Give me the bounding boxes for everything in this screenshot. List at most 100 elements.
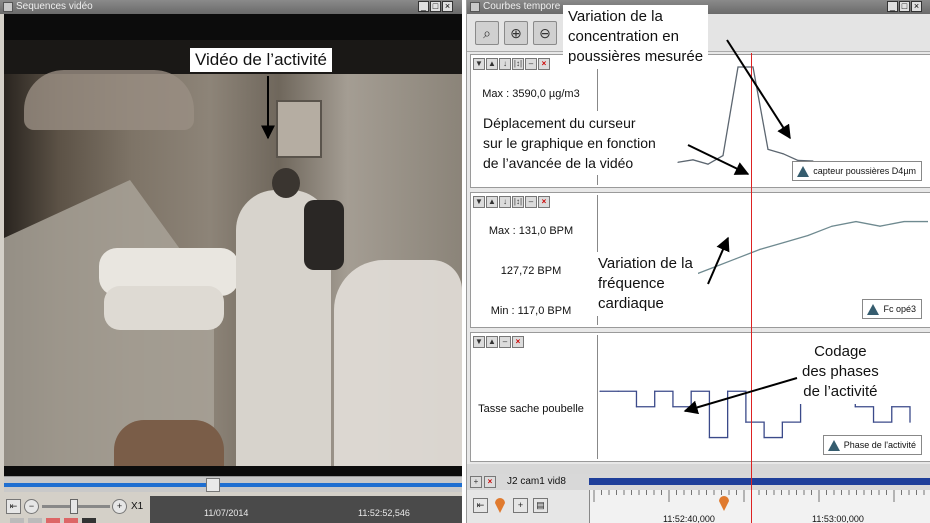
splitter[interactable] bbox=[467, 464, 930, 474]
dust-point bbox=[782, 153, 784, 155]
dust-point bbox=[707, 163, 709, 165]
collapse-icon[interactable]: ▼ bbox=[473, 58, 485, 70]
minimize-button[interactable]: _ bbox=[887, 1, 898, 12]
curves-window-title: Courbes tempore bbox=[483, 1, 561, 12]
dust-max-label: Max : 3590,0 µg/m3 bbox=[482, 88, 580, 100]
heart-point bbox=[711, 267, 713, 269]
dust-point bbox=[752, 66, 754, 68]
move-up-icon[interactable]: ▲ bbox=[486, 336, 498, 348]
callout-heart-line-1: Variation de la bbox=[598, 255, 693, 272]
minimize-panel-icon[interactable]: – bbox=[525, 58, 537, 70]
video-scrubber[interactable] bbox=[4, 476, 462, 492]
video-player[interactable] bbox=[4, 14, 462, 476]
next-button[interactable] bbox=[82, 518, 96, 523]
minimize-panel-icon[interactable]: – bbox=[525, 196, 537, 208]
play-button[interactable] bbox=[10, 518, 24, 523]
phase-point bbox=[672, 406, 674, 408]
close-panel-icon[interactable]: × bbox=[538, 58, 550, 70]
track-bar[interactable] bbox=[589, 478, 930, 485]
phase-point bbox=[635, 406, 638, 408]
close-button[interactable]: × bbox=[442, 1, 453, 12]
move-down-icon[interactable]: ↓ bbox=[499, 196, 511, 208]
pause-button[interactable] bbox=[28, 518, 42, 523]
record-button[interactable] bbox=[46, 518, 60, 523]
phase-point bbox=[781, 421, 783, 423]
scale-icon[interactable]: |↕| bbox=[512, 196, 524, 208]
tick-label-1: 11:52:40,000 bbox=[663, 514, 715, 523]
remove-track-icon[interactable]: × bbox=[484, 476, 496, 488]
add-track-icon[interactable]: + bbox=[470, 476, 482, 488]
heart-point bbox=[807, 234, 809, 237]
dust-legend: capteur poussières D4µm bbox=[792, 161, 922, 181]
dust-point bbox=[767, 148, 769, 151]
pointer-tool-icon[interactable]: ⌕ bbox=[475, 21, 499, 45]
add-marker-icon[interactable]: + bbox=[513, 498, 528, 513]
zoom-in-tool-icon[interactable]: ⊕ bbox=[504, 21, 528, 45]
callout-dust: Variation de la concentration en poussiè… bbox=[563, 5, 709, 69]
phase-point bbox=[891, 406, 893, 408]
heart-point bbox=[759, 248, 761, 250]
screenshot: Sequences vidéo _ □ × ⇤ − + X1 11/07/201… bbox=[0, 0, 930, 523]
dust-point bbox=[692, 159, 694, 161]
close-button[interactable]: × bbox=[911, 1, 922, 12]
heart-legend: Fc opé3 bbox=[862, 299, 922, 319]
callout-heart: Variation de la fréquence cardiaque bbox=[593, 252, 698, 316]
heart-point bbox=[831, 225, 833, 227]
timecode-strip: 11/07/2014 11:52:52,546 bbox=[150, 496, 462, 523]
close-panel-icon[interactable]: × bbox=[538, 196, 550, 208]
scale-icon[interactable]: |↕| bbox=[512, 58, 524, 70]
move-up-icon[interactable]: ▲ bbox=[486, 58, 498, 70]
speed-slider-thumb[interactable] bbox=[70, 499, 78, 514]
phase-point bbox=[654, 390, 656, 392]
phase-point bbox=[599, 390, 601, 392]
minimize-button[interactable]: _ bbox=[418, 1, 429, 12]
callout-dust-line-2: concentration en bbox=[568, 28, 679, 45]
legend-triangle-icon bbox=[797, 166, 810, 177]
time-cursor-line[interactable] bbox=[751, 53, 752, 523]
minimize-panel-icon[interactable]: – bbox=[499, 336, 511, 348]
collapse-icon[interactable]: ▼ bbox=[473, 336, 485, 348]
callout-dust-line-1: Variation de la bbox=[568, 8, 663, 25]
timeline: ⇤ + ▤ 11:52:40,000 11:53:00,000 bbox=[467, 490, 930, 523]
maximize-button[interactable]: □ bbox=[430, 1, 441, 12]
collapse-icon[interactable]: ▼ bbox=[473, 196, 485, 208]
heart-current-label: 127,72 BPM bbox=[500, 265, 562, 277]
video-window-titlebar: Sequences vidéo _ □ × bbox=[0, 0, 462, 14]
video-window-title: Sequences vidéo bbox=[16, 1, 93, 12]
phase-point bbox=[909, 421, 911, 423]
scrub-track[interactable] bbox=[4, 483, 462, 487]
phase-point bbox=[690, 390, 692, 392]
zoom-in-button[interactable]: + bbox=[112, 499, 127, 514]
curves-window-buttons: _ □ × bbox=[887, 1, 922, 13]
phase-point bbox=[617, 390, 619, 392]
callout-video: Vidéo de l’activité bbox=[190, 48, 332, 72]
callout-cursor-line-3: de l’avancée de la vidéo bbox=[483, 155, 634, 171]
time-ruler[interactable]: 11:52:40,000 11:53:00,000 bbox=[589, 490, 930, 523]
callout-phases-line-3: de l’activité bbox=[803, 383, 878, 400]
dust-series-line bbox=[677, 66, 814, 165]
heart-series-line bbox=[687, 220, 928, 278]
stop-button[interactable] bbox=[64, 518, 78, 523]
maximize-button[interactable]: □ bbox=[899, 1, 910, 12]
film-icon[interactable]: ▤ bbox=[533, 498, 548, 513]
scrub-thumb[interactable] bbox=[206, 478, 220, 492]
export-icon[interactable]: ⇤ bbox=[473, 498, 488, 513]
phase-point bbox=[763, 436, 765, 439]
panel-toolbar: ▼ ▲ ↓ |↕| – × bbox=[473, 58, 550, 70]
export-icon[interactable]: ⇤ bbox=[6, 499, 21, 514]
zoom-out-tool-icon[interactable]: ⊖ bbox=[533, 21, 557, 45]
zoom-out-button[interactable]: − bbox=[24, 499, 39, 514]
phase-point bbox=[872, 421, 875, 423]
time-display: 11:52:52,546 bbox=[358, 508, 410, 518]
callout-dust-line-3: poussières mesurée bbox=[568, 48, 704, 65]
curves-window: Courbes tempore _ □ × ⌕ ⊕ ⊖ ▼ ▲ ↓ |↕| – … bbox=[466, 0, 930, 523]
timeline-marker-icon[interactable] bbox=[718, 494, 730, 512]
heart-point bbox=[855, 220, 857, 223]
marker-icon[interactable] bbox=[494, 496, 506, 514]
callout-phases-line-2: des phases bbox=[802, 363, 879, 380]
close-panel-icon[interactable]: × bbox=[512, 336, 524, 348]
move-down-icon[interactable]: ↓ bbox=[499, 58, 511, 70]
ruler-ticks bbox=[593, 490, 925, 502]
move-up-icon[interactable]: ▲ bbox=[486, 196, 498, 208]
panel-toolbar: ▼ ▲ – × bbox=[473, 336, 524, 348]
